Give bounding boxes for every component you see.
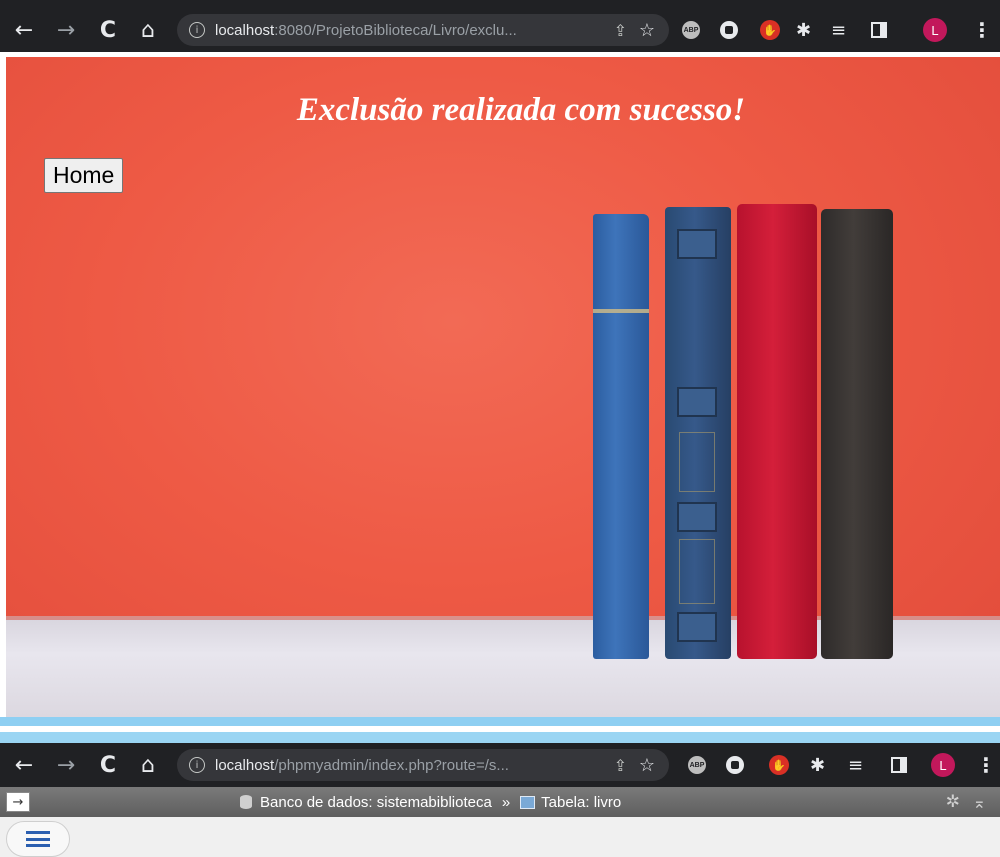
kebab-menu-icon[interactable]: ⋮ bbox=[972, 18, 992, 42]
browser-toolbar-bottom: ← → C ⌂ i localhost/phpmyadmin/index.php… bbox=[0, 743, 1000, 787]
dark-book bbox=[821, 209, 893, 659]
gear-icon[interactable]: ✲ bbox=[946, 792, 960, 812]
breadcrumb: Banco de dados: sistemabiblioteca » Tabe… bbox=[240, 794, 621, 811]
puzzle-icon[interactable]: ✱ bbox=[810, 755, 825, 776]
share-icon[interactable]: ⇪ bbox=[614, 21, 627, 40]
side-panel-icon[interactable] bbox=[891, 757, 907, 773]
kebab-menu-icon[interactable]: ⋮ bbox=[976, 753, 996, 777]
adblock-extension-icon[interactable]: ABP bbox=[688, 756, 706, 774]
database-icon bbox=[240, 795, 252, 809]
table-icon bbox=[520, 795, 536, 809]
share-icon[interactable]: ⇪ bbox=[614, 756, 627, 775]
home-icon[interactable]: ⌂ bbox=[134, 16, 162, 44]
window-top-strip bbox=[0, 0, 1000, 8]
media-queue-icon[interactable]: ≡ bbox=[848, 755, 863, 776]
breadcrumb-database[interactable]: Banco de dados: sistemabiblioteca bbox=[260, 794, 492, 811]
pma-menu-bar bbox=[0, 817, 1000, 857]
adblock-extension-icon[interactable]: ABP bbox=[682, 21, 700, 39]
site-info-icon[interactable]: i bbox=[189, 757, 205, 773]
url-host: localhost bbox=[215, 756, 275, 774]
hamburger-icon bbox=[26, 831, 50, 847]
record-extension-icon[interactable] bbox=[726, 756, 744, 774]
breadcrumb-table[interactable]: Tabela: livro bbox=[541, 794, 621, 811]
window-divider bbox=[0, 717, 1000, 726]
stop-extension-icon[interactable]: ✋ bbox=[769, 755, 789, 775]
breadcrumb-separator: » bbox=[501, 793, 511, 811]
blue-book bbox=[593, 214, 649, 659]
collapse-nav-arrow-icon[interactable]: → bbox=[6, 792, 30, 812]
star-icon[interactable]: ☆ bbox=[639, 20, 655, 41]
background-image: Exclusão realizada com sucesso! Home bbox=[6, 57, 1000, 717]
back-arrow-icon[interactable]: ← bbox=[10, 751, 38, 779]
puzzle-icon[interactable]: ✱ bbox=[796, 20, 811, 41]
red-book bbox=[737, 204, 817, 659]
scroll-top-icon[interactable]: ⌅ bbox=[973, 793, 986, 812]
forward-arrow-icon[interactable]: → bbox=[52, 16, 80, 44]
window-divider-lower bbox=[0, 732, 1000, 743]
site-info-icon[interactable]: i bbox=[189, 22, 205, 38]
reload-icon[interactable]: C bbox=[94, 16, 122, 44]
media-queue-icon[interactable]: ≡ bbox=[831, 20, 846, 41]
back-arrow-icon[interactable]: ← bbox=[10, 16, 38, 44]
forward-arrow-icon[interactable]: → bbox=[52, 751, 80, 779]
avatar[interactable]: L bbox=[931, 753, 955, 777]
address-bar[interactable]: i localhost:8080/ProjetoBiblioteca/Livro… bbox=[177, 14, 669, 46]
url-path: /phpmyadmin/index.php?route=/s... bbox=[274, 756, 509, 774]
page-viewport: Exclusão realizada com sucesso! Home bbox=[0, 52, 1000, 729]
hamburger-menu-button[interactable] bbox=[6, 821, 70, 857]
url-host: localhost bbox=[215, 21, 275, 39]
record-extension-icon[interactable] bbox=[720, 21, 738, 39]
address-bar[interactable]: i localhost/phpmyadmin/index.php?route=/… bbox=[177, 749, 669, 781]
star-icon[interactable]: ☆ bbox=[639, 755, 655, 776]
reload-icon[interactable]: C bbox=[94, 751, 122, 779]
success-message: Exclusão realizada com sucesso! bbox=[296, 92, 746, 128]
pma-breadcrumb-bar: → Banco de dados: sistemabiblioteca » Ta… bbox=[0, 787, 1000, 817]
home-button[interactable]: Home bbox=[44, 158, 124, 193]
stop-extension-icon[interactable]: ✋ bbox=[760, 20, 780, 40]
home-icon[interactable]: ⌂ bbox=[134, 751, 162, 779]
avatar[interactable]: L bbox=[923, 18, 947, 42]
navy-book bbox=[665, 207, 731, 659]
side-panel-icon[interactable] bbox=[871, 22, 887, 38]
browser-toolbar-top: ← → C ⌂ i localhost:8080/ProjetoBibliote… bbox=[0, 8, 1000, 52]
url-path: :8080/ProjetoBiblioteca/Livro/exclu... bbox=[274, 21, 517, 39]
